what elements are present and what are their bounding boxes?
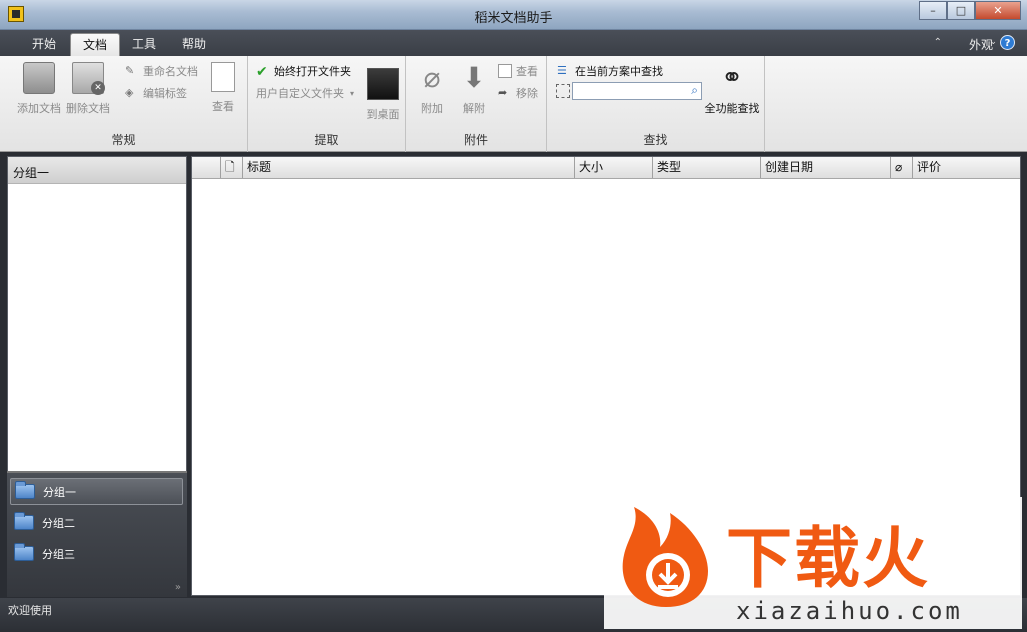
group-attachment: ⌀ 附加 ⬇ 解附 查看 ➦ 移除 附件	[406, 56, 547, 152]
group-panel-header: 分组一	[8, 157, 186, 184]
to-desktop-button[interactable]: 到桌面	[358, 60, 408, 122]
paperclip-icon: ⌀	[423, 61, 441, 94]
search-in-current-scheme-label: 在当前方案中查找	[575, 65, 663, 78]
view-attachment-button[interactable]: 查看	[498, 63, 538, 79]
binoculars-icon: ⚭	[721, 63, 743, 93]
folder-icon	[14, 543, 34, 561]
arrow-down-icon: ⬇	[462, 61, 486, 94]
column-created-date[interactable]: 创建日期	[760, 157, 890, 178]
attachment-column-icon[interactable]: ⌀	[890, 157, 912, 178]
group-label-attachment: 附件	[463, 133, 488, 147]
to-desktop-label: 到桌面	[366, 108, 400, 121]
group-label-regular: 常规	[111, 133, 136, 147]
ribbon: 添加文档 删除文档 ✎ 重命名文档 ◈ 编辑标签 查看 常规 ✔ 始终打开文件夹…	[0, 56, 1027, 152]
add-document-label: 添加文档	[17, 102, 61, 115]
close-button[interactable]: ✕	[975, 1, 1021, 20]
nav-item-label: 分组二	[42, 516, 75, 530]
chevron-down-icon: ▾	[350, 88, 355, 98]
full-search-button[interactable]: ⚭ 全功能查找	[701, 60, 763, 116]
table-header: 🗋 标题 大小 类型 创建日期 ⌀ 评价	[192, 157, 1020, 179]
nav-item-label: 分组三	[42, 547, 75, 561]
nav-item-group-3[interactable]: 分组三	[10, 540, 183, 567]
watermark-url: xiazaihuo.com	[736, 597, 963, 625]
view-document-label: 查看	[212, 100, 234, 113]
ribbon-tabs: 开始 文档 工具 帮助 ⌃ 外观 ⌄ ?	[0, 30, 1027, 56]
window-title: 稻米文档助手	[474, 11, 553, 26]
view-attachment-label: 查看	[516, 65, 538, 78]
delete-document-button[interactable]: 删除文档	[63, 60, 113, 116]
view-document-button[interactable]: 查看	[198, 60, 248, 114]
nav-item-group-2[interactable]: 分组二	[10, 509, 183, 536]
search-box: ⌕	[572, 82, 702, 100]
remove-attachment-label: 移除	[516, 87, 538, 100]
tag-icon: ◈	[125, 86, 134, 99]
rename-document-button[interactable]: ✎ 重命名文档	[125, 63, 198, 79]
rename-document-label: 重命名文档	[143, 65, 198, 78]
group-extract: ✔ 始终打开文件夹 用户自定义文件夹 ▾ 到桌面 提取	[248, 56, 406, 152]
search-icon[interactable]: ⌕	[691, 83, 698, 98]
text-select-icon	[556, 84, 570, 98]
delete-document-icon	[72, 62, 105, 95]
tab-start[interactable]: 开始	[20, 33, 68, 56]
window-controls: – □ ✕	[919, 1, 1021, 20]
list-icon	[498, 64, 512, 78]
group-label-search: 查找	[643, 133, 668, 147]
search-input[interactable]	[573, 83, 701, 99]
group-search: ☰ 在当前方案中查找 ⚭ 全功能查找 查找	[547, 56, 765, 152]
group-label-extract: 提取	[314, 133, 339, 147]
checkmark-icon: ✔	[256, 64, 268, 80]
column-title[interactable]: 标题	[242, 157, 574, 178]
arrow-right-icon: ➦	[498, 86, 508, 99]
add-document-button[interactable]: 添加文档	[14, 60, 64, 116]
pencil-icon: ✎	[125, 64, 135, 77]
maximize-button[interactable]: □	[947, 1, 975, 20]
tab-document[interactable]: 文档	[70, 33, 121, 56]
attach-label: 附加	[421, 102, 443, 115]
edit-tags-button[interactable]: ◈ 编辑标签	[125, 85, 187, 101]
always-open-folder-label: 始终打开文件夹	[274, 65, 351, 78]
column-type[interactable]: 类型	[652, 157, 760, 178]
edit-tags-label: 编辑标签	[143, 87, 187, 100]
document-preview-icon	[211, 62, 235, 92]
title-bar: 稻米文档助手 – □ ✕	[0, 0, 1027, 30]
watermark-brand: 下载火	[726, 520, 930, 597]
help-icon[interactable]: ?	[1000, 35, 1015, 50]
nav-item-label: 分组一	[43, 485, 76, 499]
tab-help[interactable]: 帮助	[170, 33, 218, 56]
watermark: 下载火 xiazaihuo.com	[604, 497, 1022, 629]
group-panel: 分组一 分组一 分组二 分组三 »	[7, 156, 187, 597]
user-folder-label: 用户自定义文件夹	[256, 87, 344, 100]
delete-document-label: 删除文档	[66, 102, 110, 115]
document-type-icon[interactable]: 🗋	[220, 157, 242, 178]
desktop-icon	[367, 68, 399, 100]
list-icon: ☰	[557, 64, 567, 77]
full-search-label: 全功能查找	[704, 102, 760, 115]
column-rating[interactable]: 评价	[912, 157, 1020, 178]
detach-button[interactable]: ⬇ 解附	[449, 60, 499, 116]
user-folder-dropdown[interactable]: 用户自定义文件夹 ▾	[256, 85, 354, 101]
chevron-down-icon[interactable]: ⌄	[989, 37, 997, 47]
printer-icon	[23, 62, 55, 94]
detach-label: 解附	[463, 102, 485, 115]
flame-logo-icon	[622, 507, 708, 607]
group-regular: 添加文档 删除文档 ✎ 重命名文档 ◈ 编辑标签 查看 常规	[0, 56, 248, 152]
nav-item-group-1[interactable]: 分组一	[10, 478, 183, 505]
tab-tools[interactable]: 工具	[120, 33, 168, 56]
collapse-ribbon-icon[interactable]: ⌃	[934, 37, 942, 48]
folder-icon	[15, 481, 35, 499]
remove-attachment-button[interactable]: ➦ 移除	[498, 85, 538, 101]
status-text: 欢迎使用	[8, 604, 52, 617]
folder-icon	[14, 512, 34, 530]
group-nav: 分组一 分组二 分组三 »	[7, 471, 187, 597]
column-size[interactable]: 大小	[574, 157, 652, 178]
always-open-folder-checkbox[interactable]: ✔ 始终打开文件夹	[256, 63, 351, 80]
more-chevron-icon[interactable]: »	[175, 582, 181, 593]
minimize-button[interactable]: –	[919, 1, 947, 20]
search-in-current-scheme[interactable]: ☰ 在当前方案中查找	[557, 63, 663, 79]
